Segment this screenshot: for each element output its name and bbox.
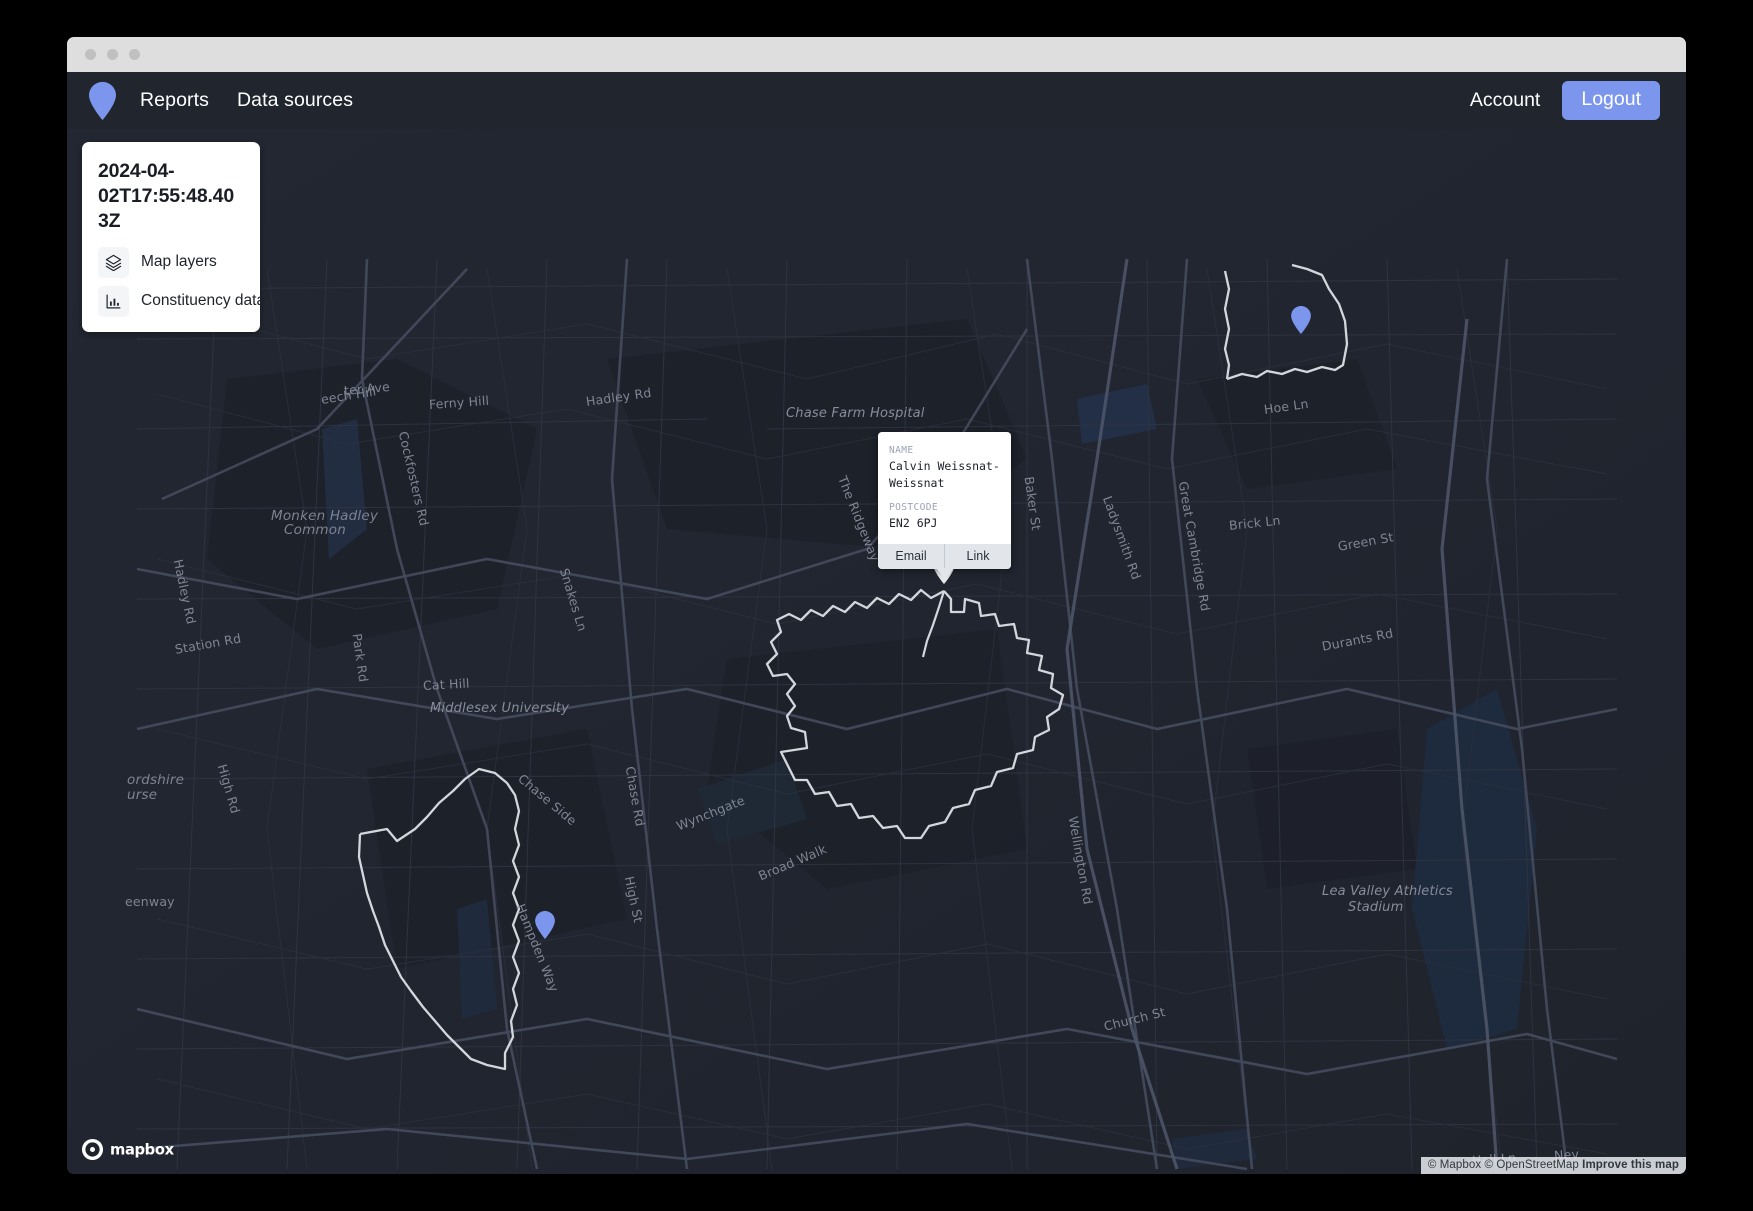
map-canvas[interactable] — [67, 129, 1686, 1174]
svg-text:mapbox: mapbox — [110, 1141, 175, 1158]
close-window-dot[interactable] — [85, 49, 96, 60]
popup-email-button[interactable]: Email — [878, 544, 944, 569]
popup-name-label: NAME — [889, 445, 1000, 456]
layers-icon — [98, 247, 129, 278]
mapbox-wordmark-icon: mapbox — [110, 1140, 187, 1159]
improve-this-map-link[interactable]: Improve this map — [1582, 1159, 1679, 1171]
constituency-data-row[interactable]: Constituency data — [98, 286, 244, 317]
constituency-data-label: Constituency data — [141, 292, 265, 310]
popup-link-button[interactable]: Link — [944, 544, 1011, 569]
panel-timestamp: 2024-04-02T17:55:48.403Z — [98, 159, 244, 234]
popup-postcode-label: POSTCODE — [889, 502, 1000, 513]
map-layers-row[interactable]: Map layers — [98, 247, 244, 278]
map-marker[interactable] — [1291, 306, 1311, 339]
logout-button[interactable]: Logout — [1562, 81, 1660, 121]
attribution-osm[interactable]: © OpenStreetMap — [1485, 1159, 1579, 1171]
device-frame: Reports Data sources Account Logout — [0, 0, 1753, 1211]
popup-actions: Email Link — [878, 544, 1011, 569]
window-titlebar — [67, 37, 1686, 72]
mapbox-mark-icon — [81, 1138, 104, 1161]
app-navbar: Reports Data sources Account Logout — [67, 72, 1686, 129]
popup-name-value: Calvin Weissnat-Weissnat — [889, 458, 1000, 493]
map-feature-popup: NAME Calvin Weissnat-Weissnat POSTCODE E… — [878, 432, 1011, 569]
minimize-window-dot[interactable] — [107, 49, 118, 60]
navbar-left-group: Reports Data sources — [89, 81, 381, 121]
popup-body: NAME Calvin Weissnat-Weissnat POSTCODE E… — [878, 432, 1011, 544]
nav-link-data-sources[interactable]: Data sources — [237, 89, 353, 112]
map-layers-label: Map layers — [141, 253, 217, 271]
account-link[interactable]: Account — [1470, 89, 1540, 112]
mapbox-logo[interactable]: mapbox — [81, 1138, 187, 1161]
map-container[interactable]: Ferny HillHadley RdChase Farm HospitalHo… — [67, 129, 1686, 1174]
popup-postcode-value: EN2 6PJ — [889, 515, 1000, 532]
map-pin-icon[interactable] — [89, 81, 116, 121]
browser-window: Reports Data sources Account Logout — [67, 37, 1686, 1174]
popup-tail — [936, 568, 954, 579]
navbar-right-group: Account Logout — [1470, 81, 1660, 121]
maximize-window-dot[interactable] — [129, 49, 140, 60]
map-marker[interactable] — [535, 911, 555, 944]
attribution-mapbox[interactable]: © Mapbox — [1428, 1159, 1481, 1171]
map-attribution: © Mapbox © OpenStreetMap Improve this ma… — [1421, 1157, 1686, 1174]
map-control-panel: 2024-04-02T17:55:48.403Z Map layers — [82, 142, 260, 332]
bar-chart-icon — [98, 286, 129, 317]
nav-link-reports[interactable]: Reports — [140, 89, 209, 112]
